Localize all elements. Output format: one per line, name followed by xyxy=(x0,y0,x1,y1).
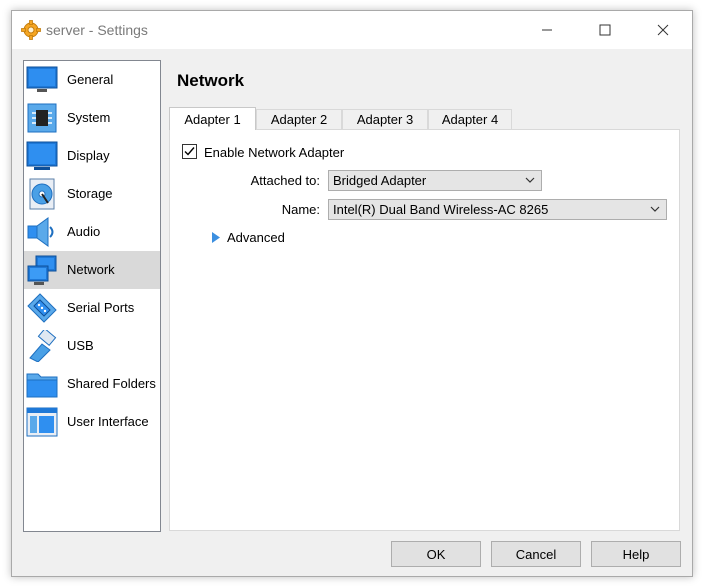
sidebar-item-label: Shared Folders xyxy=(67,376,156,391)
window-title: server - Settings xyxy=(46,22,148,38)
minimize-button[interactable] xyxy=(524,11,570,49)
attached-to-label: Attached to: xyxy=(250,173,320,188)
chip-icon xyxy=(27,103,57,133)
gear-icon xyxy=(21,20,41,40)
sidebar-item-user-interface[interactable]: User Interface xyxy=(24,403,160,441)
enable-network-adapter-label: Enable Network Adapter xyxy=(204,145,345,160)
sidebar-item-label: Network xyxy=(67,262,115,277)
title-bar: server - Settings xyxy=(12,11,692,49)
cancel-button[interactable]: Cancel xyxy=(491,541,581,567)
chevron-down-icon xyxy=(525,177,535,183)
settings-category-list: General System Display Storage Audio Net… xyxy=(23,60,161,532)
speaker-icon xyxy=(27,217,54,247)
sidebar-item-usb[interactable]: USB xyxy=(24,327,160,365)
sidebar-item-serial-ports[interactable]: Serial Ports xyxy=(24,289,160,327)
checkmark-icon xyxy=(184,147,195,156)
tab-adapter-4[interactable]: Adapter 4 xyxy=(428,109,512,129)
sidebar-item-label: Audio xyxy=(67,224,101,239)
sidebar-item-label: System xyxy=(67,110,111,125)
sidebar-item-label: Serial Ports xyxy=(67,300,135,315)
display-icon xyxy=(26,141,58,170)
attached-to-value: Bridged Adapter xyxy=(333,173,427,188)
sidebar-item-system[interactable]: System xyxy=(24,99,160,137)
minimize-icon xyxy=(542,29,552,31)
usb-icon xyxy=(29,330,57,362)
sidebar-item-shared-folders[interactable]: Shared Folders xyxy=(24,365,160,403)
adapter-name-value: Intel(R) Dual Band Wireless-AC 8265 xyxy=(333,202,549,217)
page-title: Network xyxy=(177,71,245,90)
ok-button[interactable]: OK xyxy=(391,541,481,567)
advanced-toggle[interactable]: Advanced xyxy=(227,230,285,245)
close-icon xyxy=(657,24,669,36)
sidebar-item-storage[interactable]: Storage xyxy=(24,175,160,213)
sidebar-item-label: Display xyxy=(67,148,110,163)
tab-adapter-1[interactable]: Adapter 1 xyxy=(169,107,256,130)
sidebar-item-label: Storage xyxy=(67,186,113,201)
serial-port-icon xyxy=(27,293,57,323)
maximize-button[interactable] xyxy=(582,11,628,49)
help-button[interactable]: Help xyxy=(591,541,681,567)
disk-icon xyxy=(29,178,55,210)
network-icon xyxy=(27,255,57,285)
sidebar-item-audio[interactable]: Audio xyxy=(24,213,160,251)
sidebar-item-network[interactable]: Network xyxy=(24,251,160,289)
folder-icon xyxy=(26,373,58,398)
name-label: Name: xyxy=(281,202,320,217)
chevron-down-icon xyxy=(650,206,660,212)
expand-arrow-icon[interactable] xyxy=(211,232,220,243)
monitor-icon xyxy=(26,66,58,92)
close-button[interactable] xyxy=(640,11,686,49)
sidebar-item-display[interactable]: Display xyxy=(24,137,160,175)
tab-adapter-2[interactable]: Adapter 2 xyxy=(256,109,342,129)
sidebar-item-label: User Interface xyxy=(67,414,149,429)
maximize-icon xyxy=(599,24,611,36)
network-settings-panel: Network Adapter 1 Adapter 2 Adapter 3 Ad… xyxy=(168,60,683,532)
sidebar-item-label: General xyxy=(67,72,114,87)
adapter-name-select[interactable]: Intel(R) Dual Band Wireless-AC 8265 xyxy=(328,199,667,220)
tab-adapter-3[interactable]: Adapter 3 xyxy=(342,109,428,129)
sidebar-item-general[interactable]: General xyxy=(24,61,160,99)
sidebar-item-label: USB xyxy=(67,338,94,353)
user-interface-icon xyxy=(26,407,58,437)
attached-to-select[interactable]: Bridged Adapter xyxy=(328,170,542,191)
settings-window: server - Settings General System Display… xyxy=(11,10,693,577)
adapter-1-panel: Enable Network Adapter Attached to: Brid… xyxy=(169,129,680,531)
enable-network-adapter-checkbox[interactable] xyxy=(182,144,197,159)
